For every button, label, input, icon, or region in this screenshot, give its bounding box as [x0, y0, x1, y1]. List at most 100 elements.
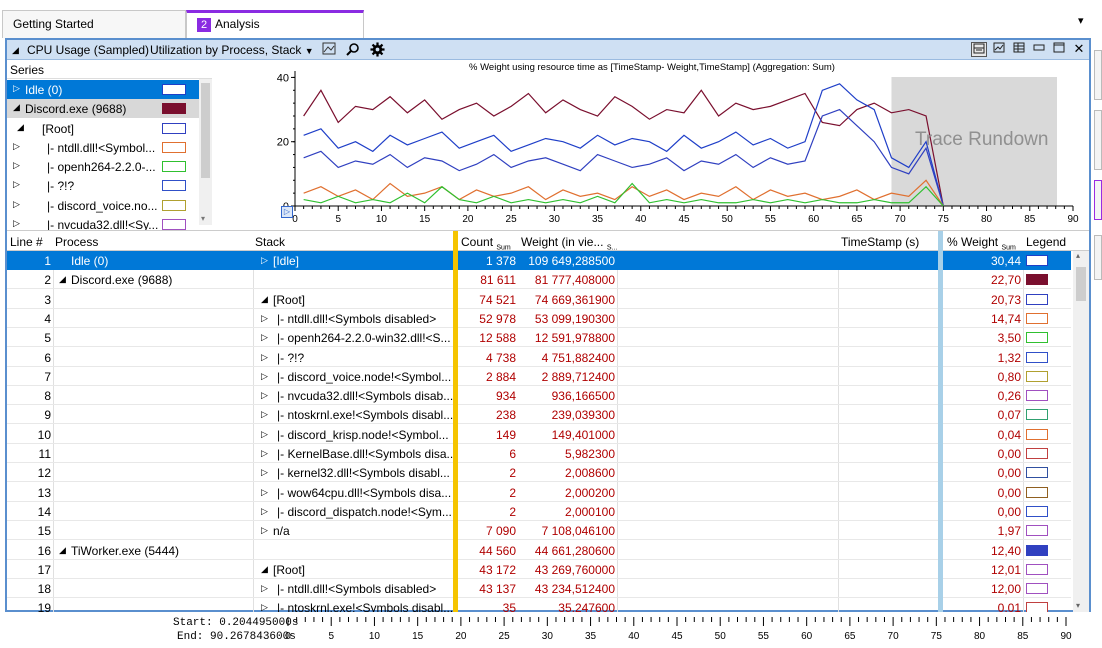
expand-icon[interactable]: ◢	[17, 122, 24, 133]
gear-icon[interactable]	[369, 42, 385, 57]
table-row[interactable]: 14 ▷ |- discord_dispatch.node!<Sym... 2 2,00…	[7, 502, 1071, 521]
legend-swatch[interactable]	[1026, 544, 1048, 556]
legend-swatch[interactable]	[1026, 525, 1048, 537]
stack-expand-icon[interactable]: ▷	[261, 409, 268, 420]
col-count[interactable]: Count Sum	[461, 235, 511, 251]
tab-analysis[interactable]: 2 Analysis	[186, 10, 364, 38]
series-color-swatch[interactable]	[162, 142, 186, 153]
table-row[interactable]: 13 ▷ |- wow64cpu.dll!<Symbols disa... 2 2,00…	[7, 483, 1071, 502]
stack-expand-icon[interactable]: ▷	[261, 506, 268, 517]
table-row[interactable]: 6 ▷ |- ?!? 4 738 4 751,882400 1,32	[7, 348, 1071, 367]
series-scrollbar[interactable]: ▾	[199, 79, 212, 225]
legend-swatch[interactable]	[1026, 602, 1048, 612]
collapse-view-icon[interactable]: ◢	[12, 45, 19, 56]
legend-swatch[interactable]	[1026, 583, 1048, 595]
legend-swatch[interactable]	[1026, 467, 1048, 479]
series-row[interactable]: ▷ |- ?!?	[7, 176, 199, 195]
image-icon[interactable]	[321, 42, 337, 57]
table-row[interactable]: 16 ◢ TiWorker.exe (5444) 44 560 44 661,28060…	[7, 541, 1071, 560]
stack-expand-icon[interactable]: ▷	[261, 352, 268, 363]
stack-expand-icon[interactable]: ▷	[261, 448, 268, 459]
legend-swatch[interactable]	[1026, 409, 1048, 421]
series-row[interactable]: ▷ |- discord_voice.no...	[7, 196, 199, 215]
legend-swatch[interactable]	[1026, 312, 1048, 324]
expand-icon[interactable]: ▷	[13, 83, 20, 94]
col-stack[interactable]: Stack	[255, 235, 285, 249]
col-process[interactable]: Process	[55, 235, 98, 249]
stack-expand-icon[interactable]: ▷	[261, 255, 268, 266]
cpu-usage-graph[interactable]: % Weight using resource time as [TimeSta…	[215, 61, 1089, 225]
tab-getting-started[interactable]: Getting Started	[2, 10, 186, 38]
legend-swatch[interactable]	[1026, 448, 1048, 459]
legend-swatch[interactable]	[1026, 255, 1048, 266]
table-row[interactable]: 8 ▷ |- nvcuda32.dll!<Symbols disab... 934 93…	[7, 386, 1071, 406]
col-percent-weight[interactable]: % Weight Sum	[947, 235, 1016, 251]
graph-and-table-icon[interactable]	[971, 42, 987, 57]
series-row[interactable]: ◢ [Root]	[7, 119, 199, 138]
minimize-icon[interactable]	[1031, 42, 1047, 57]
col-timestamp[interactable]: TimeStamp (s)	[841, 235, 919, 249]
series-color-swatch[interactable]	[162, 161, 186, 172]
table-row[interactable]: 2 ◢ Discord.exe (9688) 81 611 81 777,408000 2…	[7, 270, 1071, 290]
stack-expand-icon[interactable]: ▷	[261, 487, 268, 498]
table-row[interactable]: 10 ▷ |- discord_krisp.node!<Symbol... 149 14…	[7, 425, 1071, 444]
stack-expand-icon[interactable]: ◢	[261, 564, 268, 575]
series-color-swatch[interactable]	[162, 103, 186, 114]
preset-dropdown[interactable]: Utilization by Process, Stack ▼	[150, 43, 314, 57]
legend-swatch[interactable]	[1026, 390, 1048, 402]
series-row[interactable]: ▷ Idle (0)	[7, 80, 199, 99]
legend-swatch[interactable]	[1026, 274, 1048, 286]
series-row[interactable]: ◢ Discord.exe (9688)	[7, 99, 199, 118]
process-expand-icon[interactable]: ◢	[59, 274, 66, 285]
expand-icon[interactable]: ◢	[13, 102, 20, 113]
stack-expand-icon[interactable]: ▷	[261, 602, 268, 612]
table-row[interactable]: 9 ▷ |- ntoskrnl.exe!<Symbols disabl... 238 2…	[7, 405, 1071, 425]
col-line[interactable]: Line #	[10, 235, 43, 249]
close-icon[interactable]: ✕	[1071, 42, 1087, 57]
table-row[interactable]: 4 ▷ |- ntdll.dll!<Symbols disabled> 52 978 5…	[7, 309, 1071, 328]
legend-swatch[interactable]	[1026, 505, 1048, 517]
stack-expand-icon[interactable]: ▷	[261, 332, 268, 343]
table-row[interactable]: 19 ▷ |- ntoskrnl.exe!<Symbols disabl... 35 3…	[7, 598, 1071, 612]
table-row[interactable]: 15 ▷ n/a 7 090 7 108,046100 1,97	[7, 521, 1071, 541]
stack-expand-icon[interactable]: ▷	[261, 371, 268, 382]
maximize-icon[interactable]	[1051, 42, 1067, 57]
series-color-swatch[interactable]	[162, 123, 186, 134]
series-row[interactable]: ▷ |- ntdll.dll!<Symbol...	[7, 138, 199, 157]
stack-expand-icon[interactable]: ▷	[261, 313, 268, 324]
stack-expand-icon[interactable]: ▷	[261, 390, 268, 401]
table-row[interactable]: 17 ◢ [Root] 43 172 43 269,760000 12,01	[7, 560, 1071, 579]
expand-icon[interactable]: ▷	[13, 199, 20, 210]
stack-expand-icon[interactable]: ▷	[261, 467, 268, 478]
stack-expand-icon[interactable]: ▷	[261, 429, 268, 440]
graph-only-icon[interactable]	[991, 42, 1007, 57]
search-icon[interactable]	[345, 42, 361, 57]
table-row[interactable]: 3 ◢ [Root] 74 521 74 669,361900 20,73	[7, 290, 1071, 309]
table-row[interactable]: 7 ▷ |- discord_voice.node!<Symbol... 2 884 2…	[7, 367, 1071, 386]
series-color-swatch[interactable]	[162, 219, 186, 230]
table-row[interactable]: 5 ▷ |- openh264-2.2.0-win32.dll!<S... 12 58…	[7, 328, 1071, 348]
legend-swatch[interactable]	[1026, 486, 1048, 498]
table-row[interactable]: 1 Idle (0) ▷ [Idle] 1 378 109 649,288500 30,44	[7, 251, 1071, 270]
legend-swatch[interactable]	[1026, 428, 1048, 440]
legend-swatch[interactable]	[1026, 370, 1048, 382]
expand-icon[interactable]: ▷	[13, 179, 20, 190]
stack-expand-icon[interactable]: ▷	[261, 525, 268, 536]
series-row[interactable]: ▷ |- openh264-2.2.0-...	[7, 157, 199, 176]
legend-swatch[interactable]	[1026, 293, 1048, 305]
expand-icon[interactable]: ▷	[13, 141, 20, 152]
process-expand-icon[interactable]: ◢	[59, 545, 66, 556]
col-legend[interactable]: Legend	[1026, 235, 1066, 249]
series-color-swatch[interactable]	[162, 84, 186, 95]
expand-icon[interactable]: ▷	[13, 160, 20, 171]
legend-swatch[interactable]	[1026, 563, 1048, 575]
table-only-icon[interactable]	[1011, 42, 1027, 57]
series-color-swatch[interactable]	[162, 200, 186, 211]
tab-overflow-icon[interactable]: ▾	[1078, 14, 1084, 27]
table-row[interactable]: 18 ▷ |- ntdll.dll!<Symbols disabled> 43 137…	[7, 579, 1071, 599]
table-scrollbar[interactable]: ▴ ▾	[1073, 251, 1089, 612]
table-row[interactable]: 12 ▷ |- kernel32.dll!<Symbols disabl... 2 2,…	[7, 463, 1071, 483]
pivot-column-bar[interactable]	[453, 251, 458, 612]
col-weight[interactable]: Weight (in vie... S...	[521, 235, 617, 251]
timeline-ruler[interactable]: 0 5 10 15 20 25 30 35 40 45 50 55 60 65 70 75 80 85 90	[280, 612, 1080, 648]
